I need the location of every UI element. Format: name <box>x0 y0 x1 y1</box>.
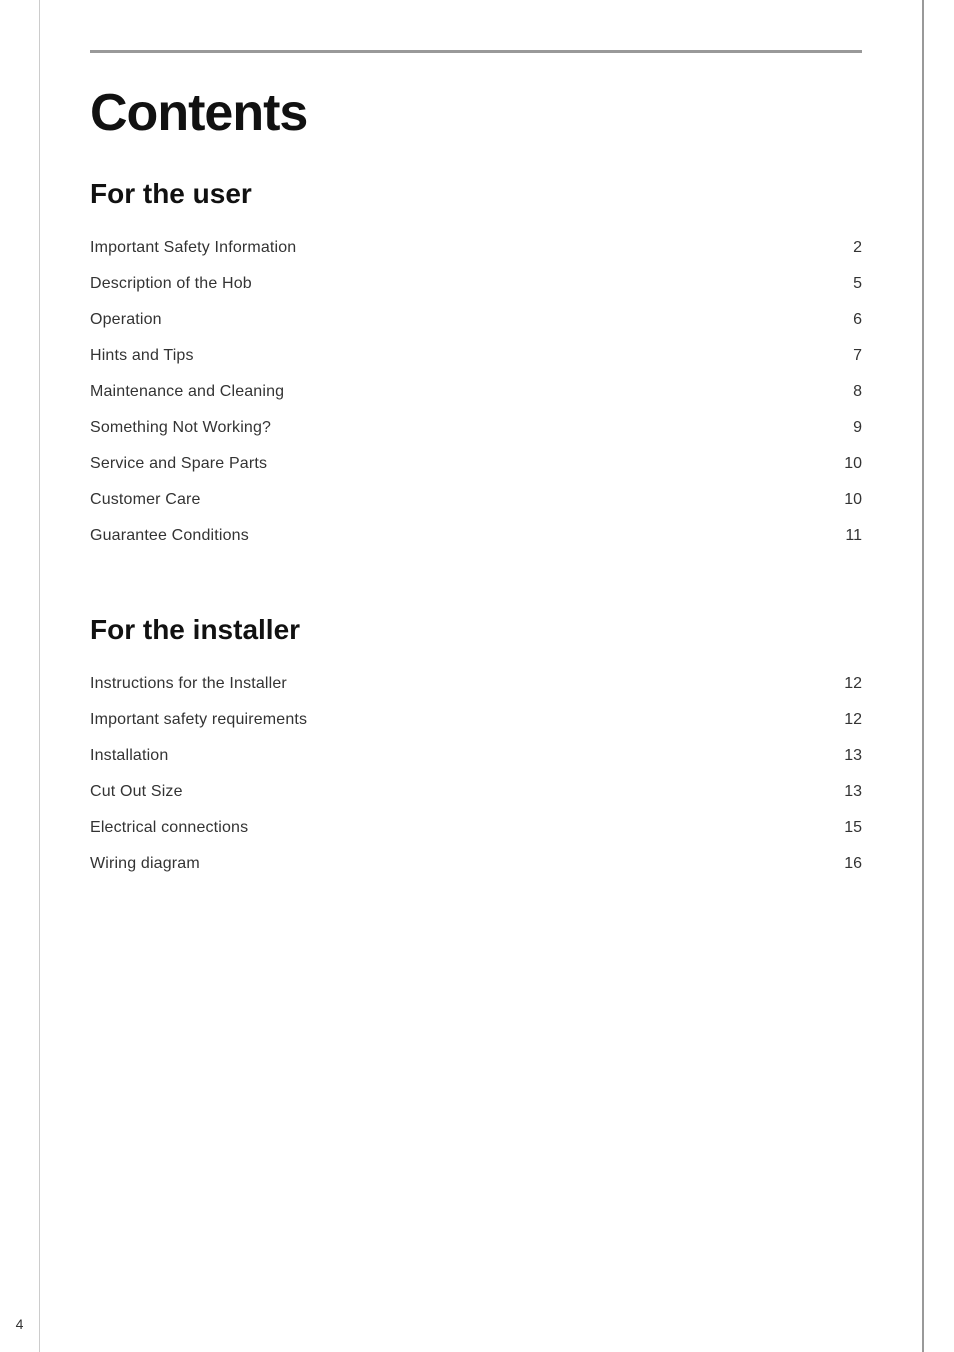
table-row: Hints and Tips 7 <box>90 338 862 374</box>
toc-item-label: Guarantee Conditions <box>90 518 630 554</box>
section-for-the-installer: For the installer Instructions for the I… <box>90 614 862 882</box>
right-padding <box>924 0 954 1352</box>
table-row: Customer Care 10 <box>90 482 862 518</box>
toc-item-page: 16 <box>630 846 862 882</box>
toc-item-label: Electrical connections <box>90 810 630 846</box>
toc-item-page: 6 <box>630 302 862 338</box>
page-container: 4 Contents For the user Important Safety… <box>0 0 954 1352</box>
toc-item-label: Description of the Hob <box>90 266 630 302</box>
toc-item-page: 2 <box>630 230 862 266</box>
toc-item-page: 5 <box>630 266 862 302</box>
toc-item-page: 9 <box>630 410 862 446</box>
table-row: Guarantee Conditions 11 <box>90 518 862 554</box>
table-row: Service and Spare Parts 10 <box>90 446 862 482</box>
toc-table-user: Important Safety Information 2 Descripti… <box>90 230 862 554</box>
table-row: Cut Out Size 13 <box>90 774 862 810</box>
toc-item-page: 11 <box>630 518 862 554</box>
toc-item-label: Important Safety Information <box>90 230 630 266</box>
top-border <box>90 50 862 53</box>
table-row: Wiring diagram 16 <box>90 846 862 882</box>
toc-item-page: 7 <box>630 338 862 374</box>
table-row: Description of the Hob 5 <box>90 266 862 302</box>
content-area: Contents For the user Important Safety I… <box>40 0 924 1352</box>
table-row: Maintenance and Cleaning 8 <box>90 374 862 410</box>
table-row: Operation 6 <box>90 302 862 338</box>
toc-item-page: 12 <box>630 702 862 738</box>
toc-item-page: 10 <box>630 482 862 518</box>
toc-item-page: 8 <box>630 374 862 410</box>
toc-item-page: 15 <box>630 810 862 846</box>
table-row: Something Not Working? 9 <box>90 410 862 446</box>
toc-item-label: Something Not Working? <box>90 410 630 446</box>
section-heading-installer: For the installer <box>90 614 862 646</box>
toc-item-page: 13 <box>630 774 862 810</box>
toc-item-page: 12 <box>630 666 862 702</box>
table-row: Instructions for the Installer 12 <box>90 666 862 702</box>
table-row: Installation 13 <box>90 738 862 774</box>
toc-item-label: Hints and Tips <box>90 338 630 374</box>
toc-item-label: Operation <box>90 302 630 338</box>
section-gap <box>90 564 862 604</box>
toc-table-installer: Instructions for the Installer 12 Import… <box>90 666 862 882</box>
table-row: Important Safety Information 2 <box>90 230 862 266</box>
section-for-the-user: For the user Important Safety Informatio… <box>90 178 862 554</box>
toc-item-label: Customer Care <box>90 482 630 518</box>
left-margin: 4 <box>0 0 40 1352</box>
toc-item-label: Maintenance and Cleaning <box>90 374 630 410</box>
toc-item-label: Wiring diagram <box>90 846 630 882</box>
toc-item-label: Important safety requirements <box>90 702 630 738</box>
toc-item-label: Instructions for the Installer <box>90 666 630 702</box>
main-title: Contents <box>90 83 862 143</box>
toc-item-page: 13 <box>630 738 862 774</box>
toc-item-page: 10 <box>630 446 862 482</box>
toc-item-label: Cut Out Size <box>90 774 630 810</box>
toc-item-label: Installation <box>90 738 630 774</box>
table-row: Important safety requirements 12 <box>90 702 862 738</box>
table-row: Electrical connections 15 <box>90 810 862 846</box>
section-heading-user: For the user <box>90 178 862 210</box>
page-number: 4 <box>16 1316 24 1332</box>
toc-item-label: Service and Spare Parts <box>90 446 630 482</box>
